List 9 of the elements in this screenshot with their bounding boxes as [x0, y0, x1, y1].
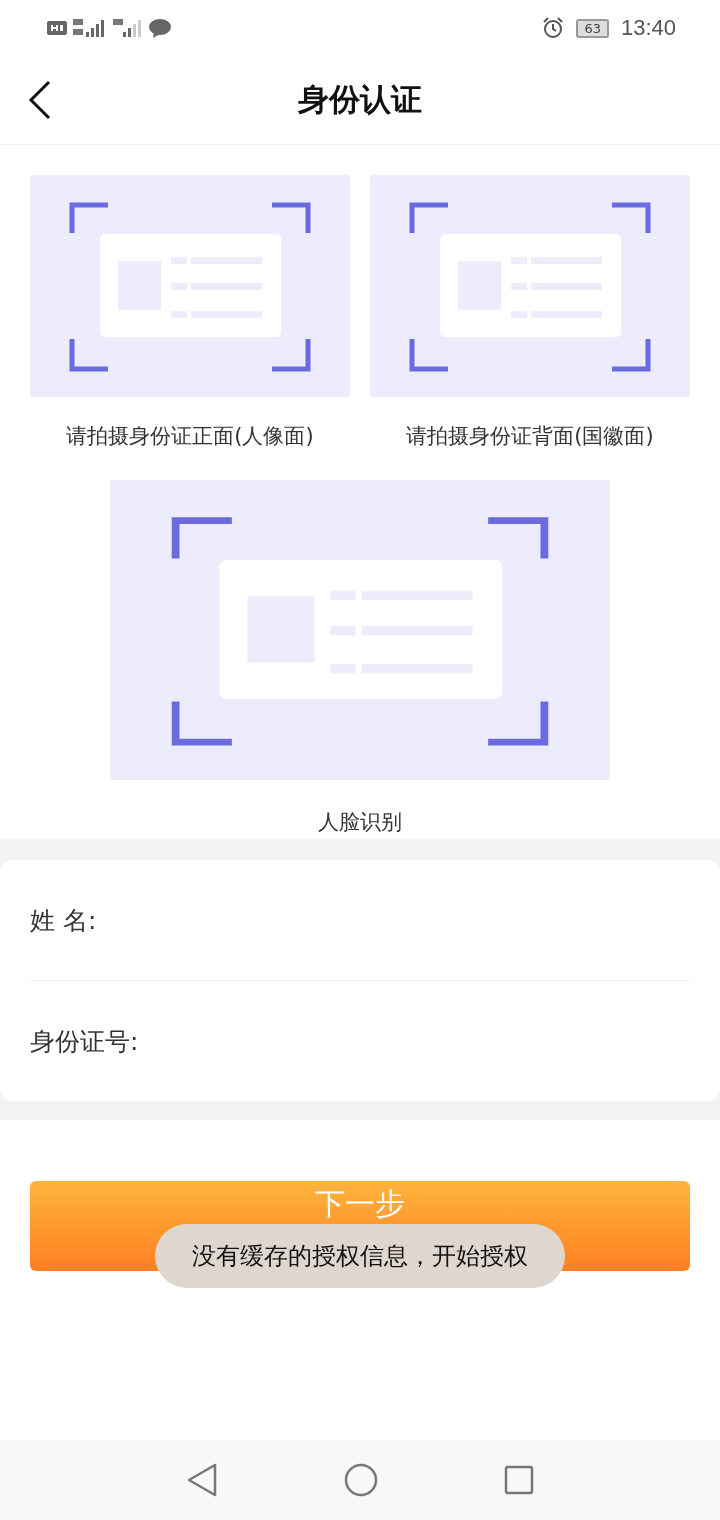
auth-toast: 没有缓存的授权信息，开始授权 [155, 1224, 565, 1288]
status-time: 13:40 [620, 15, 676, 41]
battery-indicator: 63 [576, 18, 609, 38]
capture-label: 请拍摄身份证背面(国徽面) [406, 423, 654, 450]
capture-label: 人脸识别 [318, 809, 402, 836]
page-title: 身份认证 [298, 80, 422, 119]
field-label: 姓 名: [30, 904, 97, 937]
capture-label: 请拍摄身份证正面(人像面) [66, 423, 314, 450]
field-label: 身份证号: [30, 1025, 139, 1058]
